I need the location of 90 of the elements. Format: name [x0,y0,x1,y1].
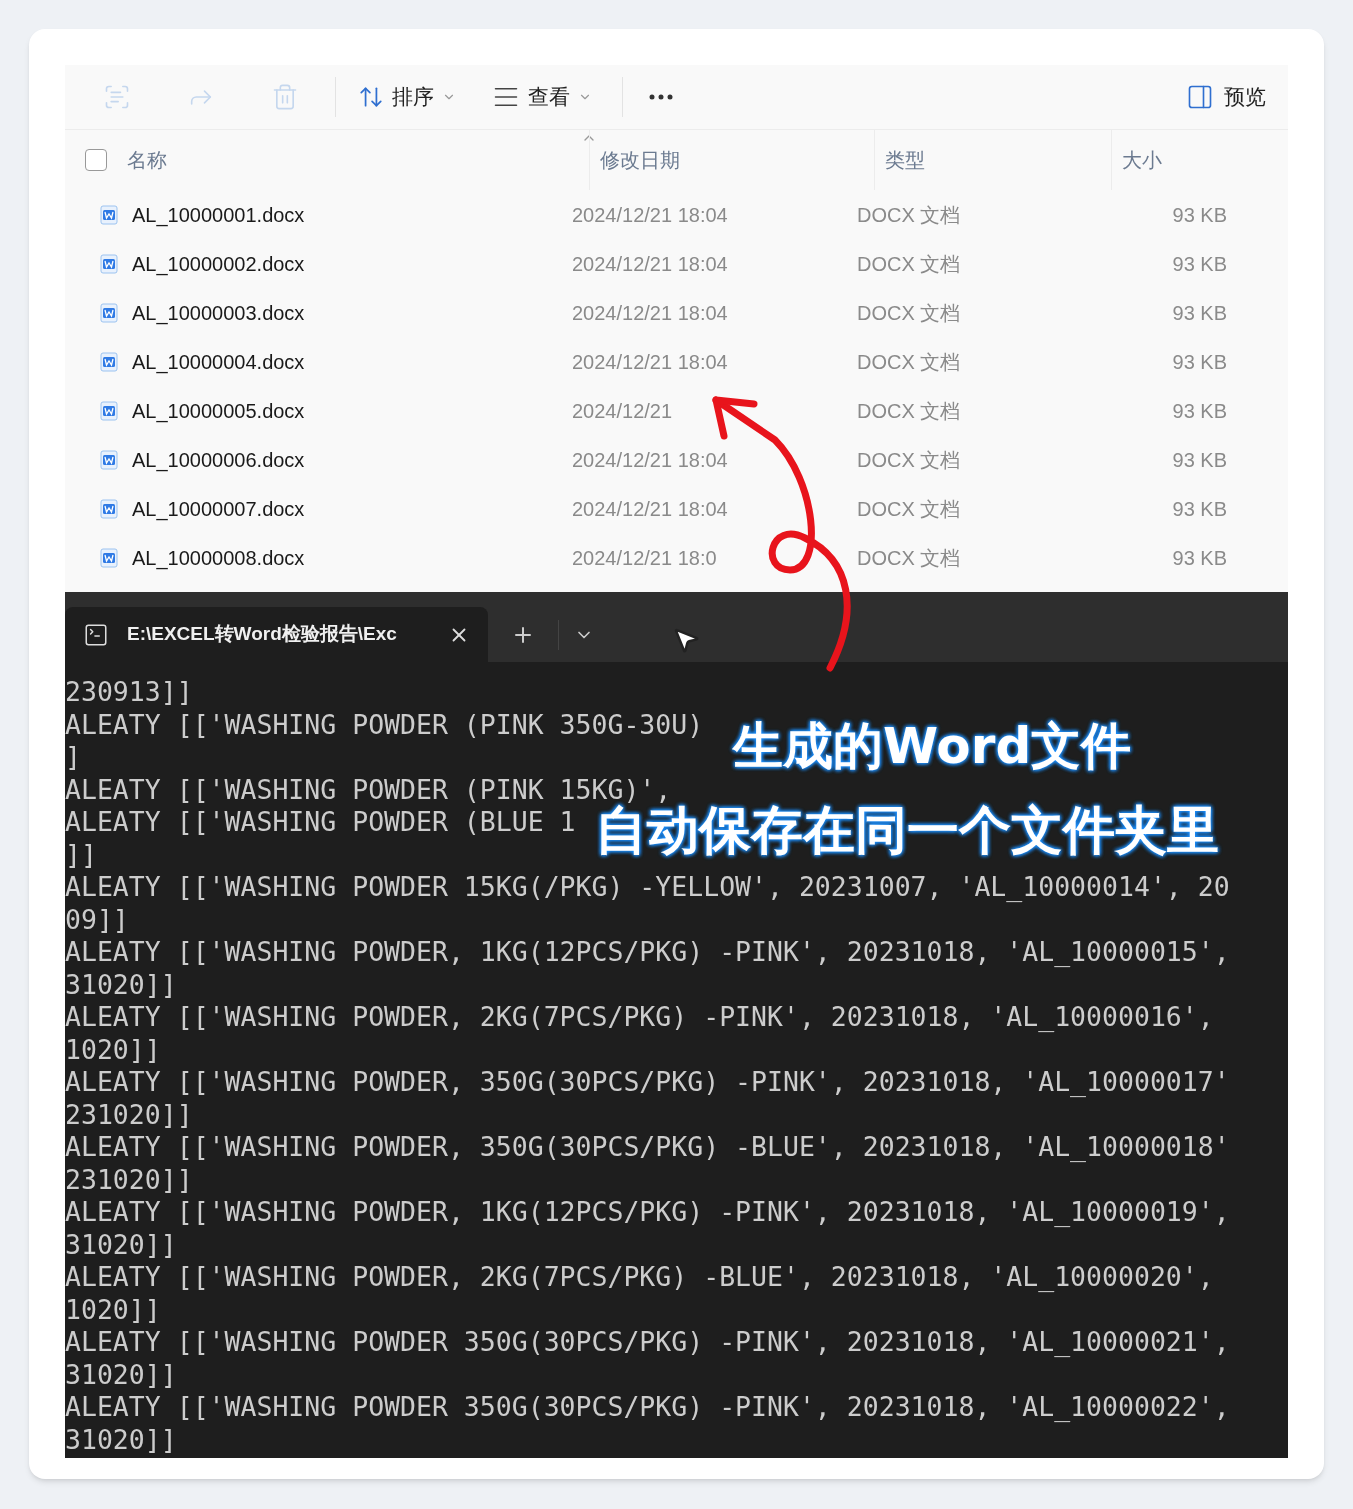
file-name: AL_10000006.docx [132,447,305,474]
file-size: 93 KB [1171,349,1227,375]
file-name: AL_10000002.docx [132,251,305,278]
modified-date: 2024/12/21 18:04 [572,447,729,473]
column-header[interactable]: 类型 [885,145,925,175]
modified-date: 2024/12/21 [572,398,674,424]
terminal-line: ALEATY [['WASHING POWDER, 1KG(12PCS/PKG) -PINK', 20231018, 'AL_10000019', [65,1196,1230,1229]
document-icon [100,400,118,421]
file-row[interactable]: AL_10000003.docx 2024/12/21 18:04 DOCX 文档 93 KB [65,288,1288,337]
trash-icon [271,83,299,111]
view-button[interactable]: 查看 [470,75,614,119]
file-row[interactable]: AL_10000002.docx 2024/12/21 18:04 DOCX 文档 93 KB [65,239,1288,288]
modified-date: 2024/12/21 18:04 [572,300,729,326]
file-row[interactable]: AL_10000007.docx 2024/12/21 18:04 DOCX 文档 93 KB [65,484,1288,533]
file-size: 93 KB [1171,300,1227,326]
column-header[interactable]: 修改日期 [600,145,680,175]
sort-icon [358,84,384,110]
modified-date: 2024/12/21 18:04 [572,202,729,228]
document-icon [100,253,118,274]
terminal-line: ALEATY [['WASHING POWDER (PINK 15KG)', [65,773,672,805]
file-size: 93 KB [1171,447,1227,473]
file-name: AL_10000005.docx [132,398,305,425]
terminal-line: 1020]] [65,1293,161,1326]
document-icon [100,547,118,568]
document-icon [100,498,118,519]
terminal-line: ]] [65,838,97,871]
terminal-line: ALEATY [['WASHING POWDER, 350G(30PCS/PKG) -PINK', 20231018, 'AL_10000017' [65,1066,1230,1099]
preview-button[interactable]: 预览 [1174,75,1278,119]
modified-date: 2024/12/21 18:04 [572,496,729,522]
file-size: 93 KB [1171,496,1227,522]
terminal-line: ALEATY [['WASHING POWDER 350G(30PCS/PKG) -PINK', 20231018, 'AL_10000022', [65,1391,1230,1424]
file-type: DOCX 文档 [857,447,962,473]
terminal-line: ALEATY [['WASHING POWDER, 1KG(12PCS/PKG) -PINK', 20231018, 'AL_10000015', [65,936,1230,969]
terminal-tab[interactable]: E:\EXCEL转Word检验报告\Exc [65,607,488,662]
terminal-line: 230913]] [65,676,193,709]
file-row[interactable]: AL_10000006.docx 2024/12/21 18:04 DOCX 文档 93 KB [65,435,1288,484]
file-row[interactable]: AL_10000001.docx 2024/12/21 18:04 DOCX 文档 93 KB [65,190,1288,239]
terminal-line: ALEATY [['WASHING POWDER 15KG(/PKG) -YELLOW', 20231007, 'AL_10000014', 20 [65,871,1230,904]
modified-date: 2024/12/21 18:0 [572,545,718,571]
file-type: DOCX 文档 [857,496,962,522]
file-row[interactable]: AL_10000004.docx 2024/12/21 18:04 DOCX 文档 93 KB [65,337,1288,386]
modified-date: 2024/12/21 18:04 [572,349,729,375]
terminal-icon [83,621,109,648]
modified-date: 2024/12/21 18:04 [572,251,729,277]
terminal-line: ALEATY [['WASHING POWDER, 2KG(7PCS/PKG) -BLUE', 20231018, 'AL_10000020', [65,1261,1214,1294]
terminal-line: 31020]] [65,1228,177,1261]
file-type: DOCX 文档 [857,300,962,326]
file-type: DOCX 文档 [857,545,962,571]
terminal-line: 1020]] [65,1033,161,1066]
document-icon [100,351,118,372]
terminal-line: ALEATY [['WASHING POWDER, 350G(30PCS/PKG) -BLUE', 20231018, 'AL_10000018' [65,1131,1230,1164]
select-all-checkbox[interactable] [85,149,107,171]
text-scan-icon [103,83,131,111]
file-name: AL_10000003.docx [132,300,305,327]
file-name: AL_10000007.docx [132,496,305,523]
file-size: 93 KB [1171,545,1227,571]
terminal-line: ALEATY [['WASHING POWDER, 2KG(7PCS/PKG) -PINK', 20231018, 'AL_10000016', [65,1001,1214,1034]
sort-button[interactable]: 排序 [344,75,470,119]
tab-title: E:\EXCEL转Word检验报告\Exc [127,622,398,647]
document-icon [100,449,118,470]
terminal-line: 31020]] [65,968,177,1001]
terminal-line: 31020]] [65,1358,177,1391]
file-name: AL_10000008.docx [132,545,305,572]
terminal-line: ALEATY [['WASHING POWDER (PINK 350G-30U) [65,708,704,741]
column-header[interactable]: 名称 [127,145,167,175]
document-icon [100,204,118,225]
file-size: 93 KB [1171,398,1227,424]
file-size: 93 KB [1171,202,1227,228]
file-name: AL_10000004.docx [132,349,305,376]
caption-text: 自动保存在同一个文件夹里 [595,804,1219,856]
file-name: AL_10000001.docx [132,202,305,229]
caption-text: 生成的Word文件 [733,720,1132,772]
file-type: DOCX 文档 [857,202,962,228]
file-row[interactable]: AL_10000005.docx 2024/12/21 DOCX 文档 93 KB [65,386,1288,435]
terminal-line: 231020]] [65,1163,193,1196]
terminal-line: 09]] [65,903,129,936]
terminal-line: ] [65,741,81,774]
terminal-line: ALEATY [['WASHING POWDER 350G(30PCS/PKG) -PINK', 20231018, 'AL_10000021', [65,1326,1230,1359]
file-row[interactable]: AL_10000008.docx 2024/12/21 18:0 DOCX 文档 93 KB [65,533,1288,582]
file-type: DOCX 文档 [857,349,962,375]
file-type: DOCX 文档 [857,398,962,424]
preview-pane-icon [1186,83,1214,111]
column-header[interactable]: 大小 [1122,145,1162,175]
terminal-line: 31020]] [65,1423,177,1456]
terminal-line: 231020]] [65,1098,193,1131]
document-icon [100,302,118,323]
file-size: 93 KB [1171,251,1227,277]
file-type: DOCX 文档 [857,251,962,277]
terminal-line: ALEATY [['WASHING POWDER (BLUE 1 [65,806,576,839]
more-icon [649,94,673,100]
